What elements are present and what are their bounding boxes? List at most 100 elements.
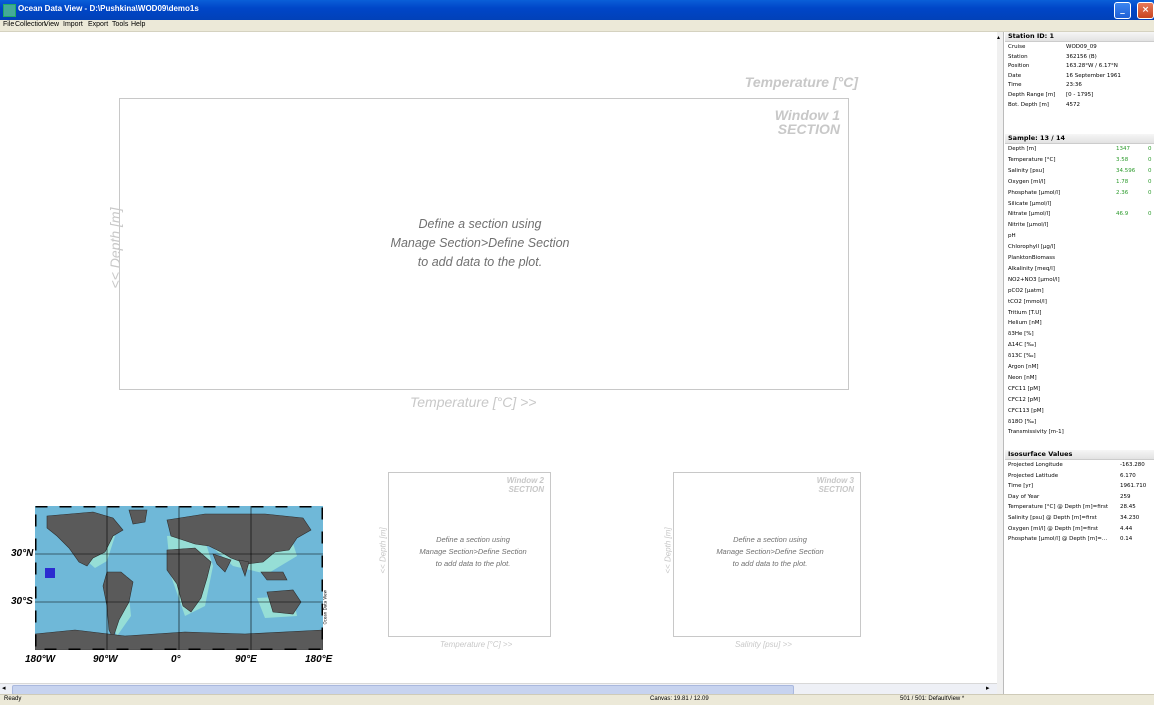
window2-title-line1: Window 2 [506,476,544,485]
sample-row-label: Oxygen [ml/l] [1008,178,1046,185]
window1-message: Define a section using Manage Section>De… [330,215,630,272]
isosurface-row-label: Day of Year [1008,493,1040,500]
window-title: Ocean Data View - D:\Pushkina\WOD09\demo… [18,4,199,13]
menu-export[interactable]: Export [88,21,108,28]
sample-row-label: tCO2 [mmol/l] [1008,298,1047,305]
station-row-value: 4572 [1066,101,1080,108]
station-row: Cruise WOD09_09 [1008,44,1154,53]
lon-label-90w: 90°W [93,654,118,665]
isosurface-row-value: 0.14 [1120,536,1133,543]
window1-variable-label: Temperature [°C] [744,74,858,90]
scroll-up-arrow-icon[interactable]: ▴ [997,34,1000,41]
sample-row: Silicate [µmol/l] [1008,201,1154,210]
isosurface-row-label: Salinity [psu] @ Depth [m]=first [1008,515,1097,521]
window3-x-axis-label: Salinity [psu] >> [735,640,792,649]
menu-import[interactable]: Import [63,21,83,28]
window2-y-axis-label: << Depth [m] [378,527,388,574]
station-row-label: Station [1008,53,1028,60]
sample-row-label: δ3He [%] [1008,331,1034,338]
sample-row: PlanktonBiomass [1008,255,1154,264]
sample-row-label: Tritium [T.U] [1008,309,1042,316]
menu-help[interactable]: Help [131,21,145,28]
menu-file[interactable]: File [3,21,14,28]
station-row-label: Time [1008,82,1022,89]
station-marker[interactable] [45,568,55,578]
station-row-value: 23:36 [1066,82,1082,89]
scroll-left-arrow-icon[interactable]: ◂ [2,684,6,692]
menu-view[interactable]: View [44,21,59,28]
sample-row-value: 46.9 [1116,211,1129,218]
window3-msg-line1: Define a section using [733,535,807,544]
menu-collection[interactable]: Collection [15,21,46,28]
station-row-value: WOD09_09 [1066,44,1097,50]
isosurface-row-value: 6.170 [1120,472,1136,479]
window1-msg-line3: to add data to the plot. [417,255,543,269]
sample-row: Oxygen [ml/l] 1.78 0 [1008,179,1154,188]
close-button[interactable]: × [1137,2,1154,19]
window3-msg-line2: Manage Section>Define Section [716,547,824,556]
station-row: Depth Range [m] [0 - 1795] [1008,92,1154,101]
window2-msg-line3: to add data to the plot. [435,559,511,568]
sample-row-label: δ13C [‰] [1008,353,1036,360]
world-map-svg [34,505,324,651]
station-row-label: Cruise [1008,44,1026,50]
info-panel: Station ID: 1 Cruise WOD09_09 Station 36215… [1003,32,1154,694]
sample-row-flag: 0 [1148,167,1152,174]
sample-row-label: Nitrate [µmol/l] [1008,211,1051,218]
station-row: Date 16 September 1961 [1008,73,1154,82]
sample-row: tCO2 [mmol/l] [1008,299,1154,308]
lon-label-90e: 90°E [235,654,257,665]
window1-msg-line2: Manage Section>Define Section [390,236,570,250]
ocean-data-canvas[interactable]: Temperature [°C] Window 1 SECTION << Dep… [0,32,997,683]
isosurface-row-value: 4.44 [1120,525,1133,532]
sample-row: pH [1008,233,1154,242]
isosurface-row-value: 259 [1120,493,1131,500]
minimize-button[interactable]: _ [1114,2,1131,19]
sample-row: Chlorophyll [µg/l] [1008,244,1154,253]
sample-row-value: 1.78 [1116,178,1129,185]
window2-x-axis-label: Temperature [°C] >> [440,640,513,649]
station-map[interactable]: 30°N 30°S 180°W 90°W 0° 90°E 180°E Ocean… [11,505,332,665]
sample-row-label: Argon [nM] [1008,364,1039,370]
isosurface-row-value: 34.230 [1120,515,1140,521]
isosurface-row-value: 28.45 [1120,504,1136,511]
sample-row-label: Temperature [°C] [1008,156,1056,163]
isosurface-row-label: Phosphate [µmol/l] @ Depth [m]=... [1008,536,1108,543]
isosurface-row: Projected Longitude -163.280 [1008,462,1154,471]
sample-row: CFC12 [pM] [1008,397,1154,406]
window3-title-line1: Window 3 [816,476,854,485]
isosurface-row: Salinity [psu] @ Depth [m]=first 34.230 [1008,515,1154,524]
lat-label-30n: 30°N [11,548,34,559]
scroll-right-arrow-icon[interactable]: ▸ [986,684,990,692]
isosurface-row-label: Temperature [°C] @ Depth [m]=first [1008,504,1108,511]
menu-tools[interactable]: Tools [112,21,128,28]
sample-row: Neon [nM] [1008,375,1154,384]
window1-title: Window 1 SECTION [700,108,840,136]
sample-row-value: 2.36 [1116,189,1129,196]
status-bar: Ready Canvas: 19.81 / 12.09 501 / 501: D… [0,694,1154,705]
window3-title-line2: SECTION [818,485,854,494]
station-header: Station ID: 1 [1005,32,1154,42]
station-row-value: 163.28°W / 6.17°N [1066,63,1118,70]
sample-row: Transmissivity [m-1] [1008,429,1154,438]
isosurface-row: Time [yr] 1961.710 [1008,483,1154,492]
sample-row: Argon [nM] [1008,364,1154,373]
lon-label-180e: 180°E [305,654,333,665]
status-ready: Ready [4,696,22,702]
sample-row: δ13C [‰] [1008,353,1154,362]
window3-message: Define a section using Manage Section>De… [690,534,850,570]
sample-row: Alkalinity [meq/l] [1008,266,1154,275]
lat-label-30s: 30°S [11,596,33,607]
lon-label-180w: 180°W [25,654,56,665]
window2-msg-line1: Define a section using [436,535,510,544]
sample-row-label: Silicate [µmol/l] [1008,200,1052,207]
station-row-label: Date [1008,72,1022,79]
sample-row-flag: 0 [1148,211,1152,218]
isosurface-header: Isosurface Values [1005,450,1154,460]
status-view: 501 / 501: DefaultView * [900,696,965,702]
station-row-value: 362156 (B) [1066,53,1097,60]
isosurface-row-label: Projected Longitude [1008,462,1063,468]
station-row-label: Bot. Depth [m] [1008,101,1049,108]
sample-row-label: δ18O [‰] [1008,418,1037,425]
sample-row: Nitrate [µmol/l] 46.9 0 [1008,211,1154,220]
